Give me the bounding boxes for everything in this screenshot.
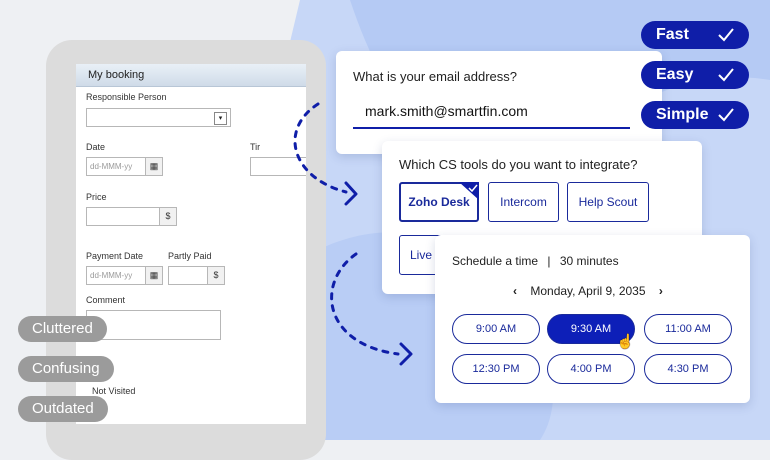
schedule-header: Schedule a time | 30 minutes bbox=[452, 254, 619, 268]
tools-question: Which CS tools do you want to integrate? bbox=[399, 157, 638, 172]
option-zoho-desk[interactable]: Zoho Desk bbox=[399, 182, 479, 222]
schedule-card: Schedule a time | 30 minutes ‹ Monday, A… bbox=[435, 235, 750, 403]
tag-simple: Simple bbox=[641, 101, 749, 129]
schedule-duration: 30 minutes bbox=[559, 254, 619, 268]
time-slot[interactable]: 9:00 AM bbox=[452, 314, 540, 344]
checkmark-icon bbox=[718, 108, 734, 122]
option-help-scout[interactable]: Help Scout bbox=[567, 182, 649, 222]
option-label: Live bbox=[410, 248, 433, 262]
option-label: Intercom bbox=[500, 195, 547, 209]
check-corner-icon bbox=[459, 182, 479, 200]
time-slot-selected[interactable]: 9:30 AM ☝ bbox=[547, 314, 635, 349]
tag-label: Fast bbox=[656, 26, 689, 43]
chevron-right-icon[interactable]: › bbox=[659, 284, 663, 298]
time-slot[interactable]: 4:00 PM bbox=[547, 354, 635, 384]
time-slot[interactable]: 4:30 PM bbox=[644, 354, 732, 384]
slot-label: 9:30 AM bbox=[570, 323, 612, 335]
time-slot[interactable]: 11:00 AM bbox=[644, 314, 732, 344]
email-question: What is your email address? bbox=[353, 69, 518, 84]
time-slot[interactable]: 12:30 PM bbox=[452, 354, 540, 384]
selected-date: Monday, April 9, 2035 bbox=[530, 284, 646, 298]
email-value: mark.smith@smartfin.com bbox=[365, 103, 528, 119]
tag-easy: Easy bbox=[641, 61, 749, 89]
tag-label: Simple bbox=[656, 106, 709, 123]
chevron-left-icon[interactable]: ‹ bbox=[513, 284, 517, 298]
tag-label: Easy bbox=[656, 66, 694, 83]
date-navigator: ‹ Monday, April 9, 2035 › bbox=[513, 284, 663, 298]
checkmark-icon bbox=[718, 28, 734, 42]
option-label: Help Scout bbox=[578, 195, 638, 209]
schedule-separator: | bbox=[547, 254, 551, 268]
pointer-cursor-icon: ☝ bbox=[616, 333, 634, 349]
schedule-title: Schedule a time bbox=[452, 254, 539, 268]
email-card: What is your email address? mark.smith@s… bbox=[336, 51, 662, 154]
option-intercom[interactable]: Intercom bbox=[488, 182, 559, 222]
tag-fast: Fast bbox=[641, 21, 749, 49]
checkmark-icon bbox=[718, 68, 734, 82]
email-input[interactable]: mark.smith@smartfin.com bbox=[353, 100, 630, 129]
